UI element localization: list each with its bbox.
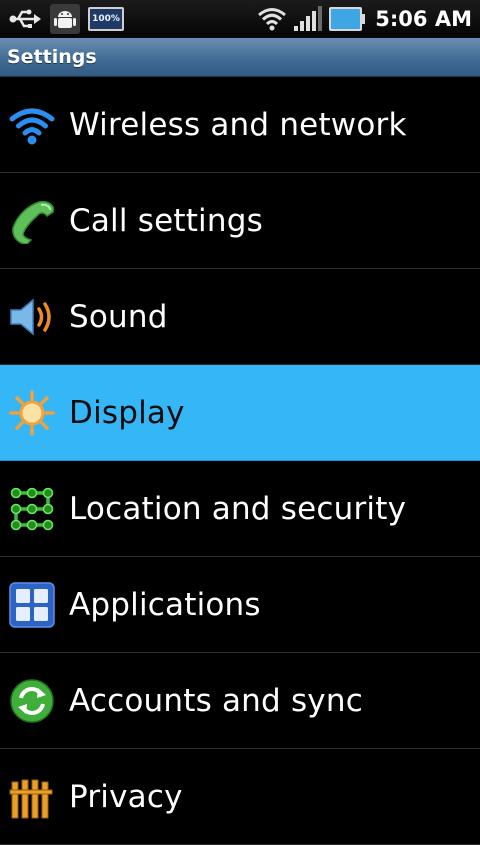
status-bar-clock: 5:06 AM [375,7,472,31]
android-debug-icon [50,4,80,34]
settings-item-applications[interactable]: Applications [0,557,480,653]
pattern-lock-icon [9,486,55,532]
sync-icon [9,678,55,724]
battery-percent-badge: 100% [88,7,124,31]
settings-item-call-settings[interactable]: Call settings [0,173,480,269]
status-bar-system: 5:06 AM [257,0,480,38]
status-bar: 100% 5:06 AM [0,0,480,38]
settings-item-location-and-security[interactable]: Location and security [0,461,480,557]
settings-item-label: Call settings [69,202,263,239]
settings-item-display[interactable]: Display [0,365,480,461]
applications-grid-icon [9,581,55,628]
settings-item-label: Wireless and network [69,106,407,143]
signal-icon [293,6,323,32]
settings-item-wireless-and-network[interactable]: Wireless and network [0,77,480,173]
settings-item-label: Location and security [69,490,407,527]
usb-icon [8,7,42,31]
settings-item-label: Applications [69,586,261,623]
battery-percent-icon: 100% [88,7,124,31]
wifi-icon [9,102,55,148]
settings-item-label: Sound [69,298,168,335]
settings-item-privacy[interactable]: Privacy [0,749,480,845]
phone-icon [9,198,55,244]
status-bar-notifications: 100% [0,0,124,38]
sun-icon [9,389,55,436]
battery-icon [329,7,366,31]
page-title: Settings [7,46,97,68]
settings-list: Wireless and network Call settings Sound [0,77,480,845]
wifi-icon [257,6,287,32]
privacy-icon [9,774,55,820]
settings-item-sound[interactable]: Sound [0,269,480,365]
settings-item-label: Privacy [69,778,183,815]
speaker-icon [9,294,55,340]
settings-item-label: Display [69,394,185,431]
settings-item-label: Accounts and sync [69,682,363,719]
settings-item-accounts-and-sync[interactable]: Accounts and sync [0,653,480,749]
title-bar: Settings [0,38,480,77]
